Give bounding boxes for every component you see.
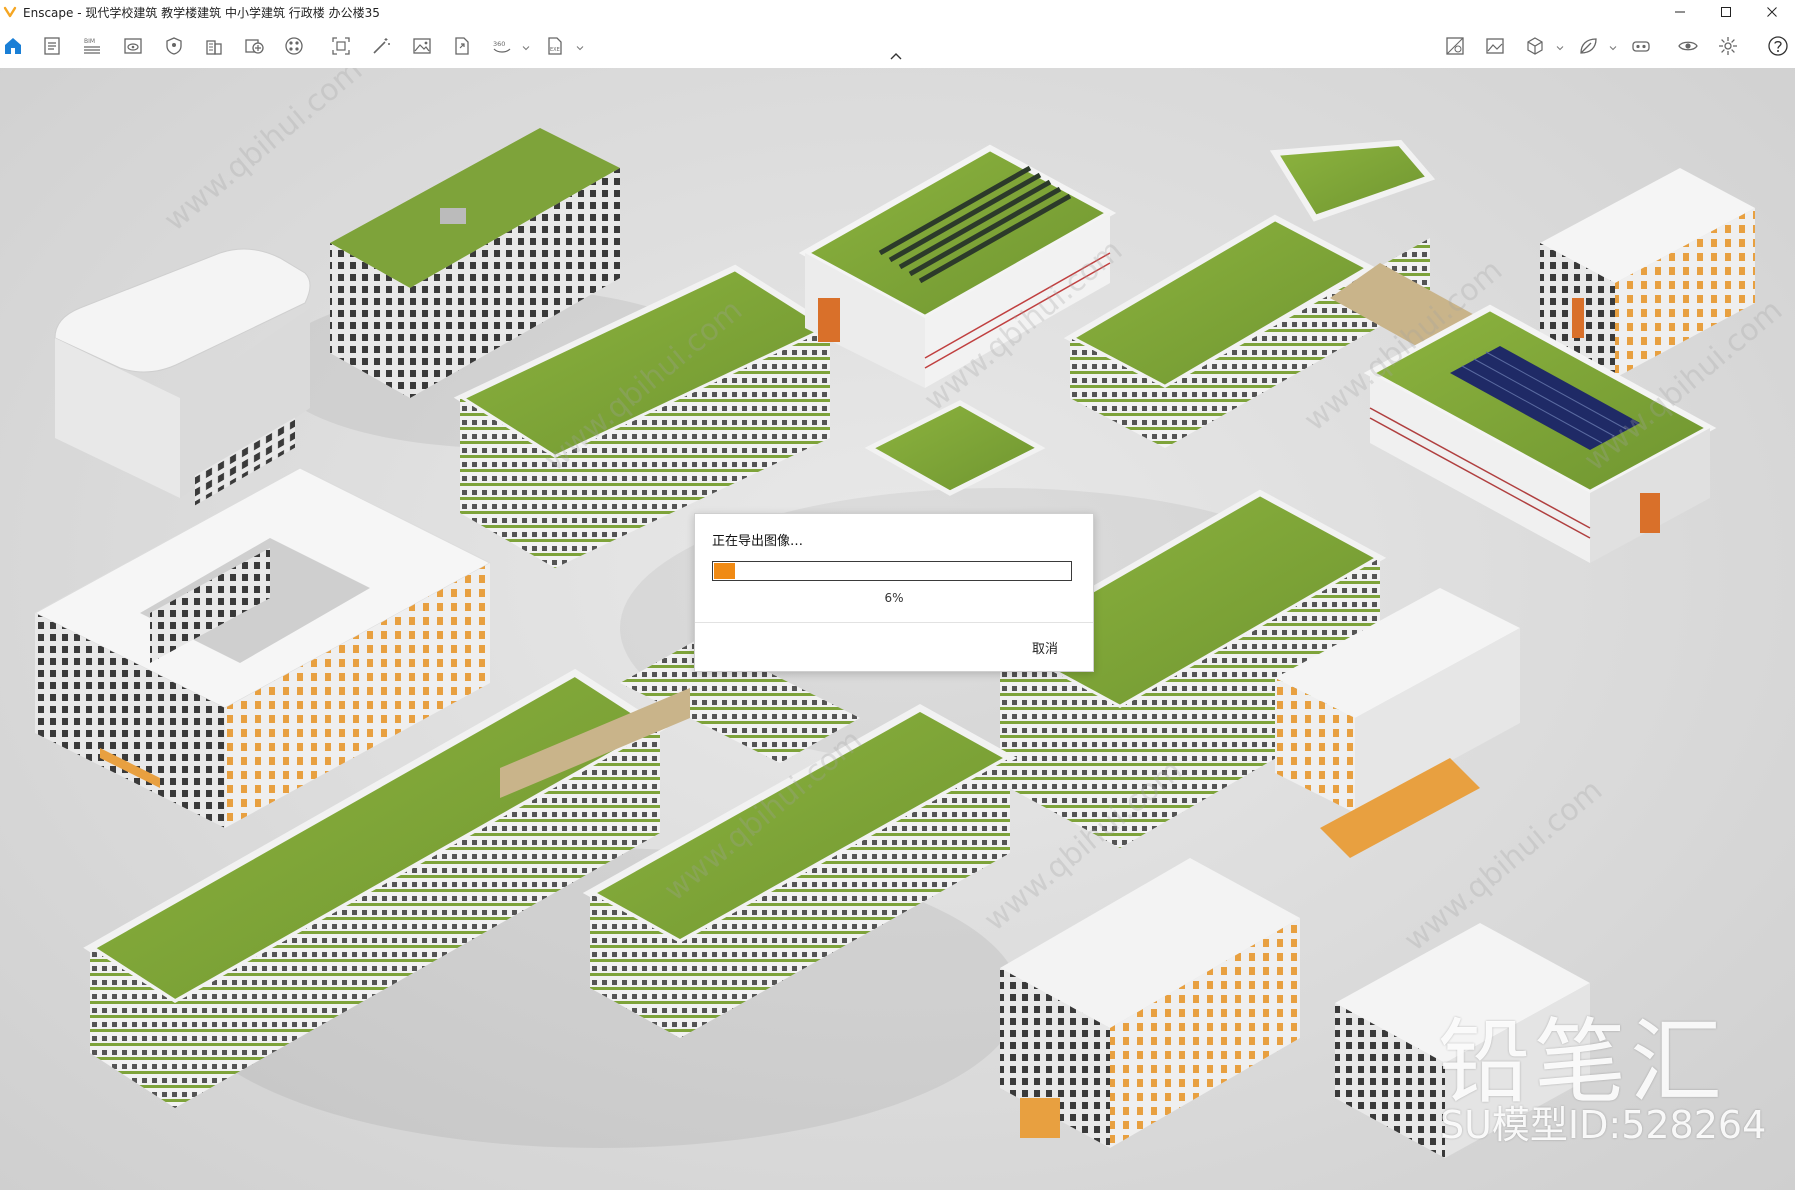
notes-button[interactable] <box>40 34 64 58</box>
vr-headset-button[interactable] <box>1629 34 1653 58</box>
settings-button[interactable] <box>1716 34 1740 58</box>
progress-percent: 6% <box>884 591 904 605</box>
model-id-watermark: SU模型ID:528264 <box>1440 1103 1767 1147</box>
help-icon <box>1768 36 1788 56</box>
capture-button[interactable] <box>329 34 353 58</box>
export-progress-bar <box>712 561 1072 581</box>
building-button[interactable] <box>202 34 226 58</box>
leaf-icon <box>1580 38 1597 54</box>
exe-export-icon: EXE <box>548 37 562 55</box>
image-settings-button[interactable] <box>1483 34 1507 58</box>
building-n <box>1000 858 1300 1148</box>
window-controls <box>1657 0 1795 24</box>
view-button[interactable] <box>121 34 145 58</box>
capture-icon <box>332 37 350 55</box>
cancel-button[interactable]: 取消 <box>1015 635 1075 659</box>
settings-icon <box>1719 37 1737 55</box>
bim-button[interactable]: BIM <box>80 34 104 58</box>
home-icon <box>5 38 21 54</box>
eye-button[interactable] <box>1676 34 1700 58</box>
maximize-button[interactable] <box>1703 0 1749 24</box>
help-button[interactable] <box>1766 34 1790 58</box>
materials-icon <box>285 37 303 55</box>
minimize-icon <box>1675 11 1685 13</box>
cube-icon <box>1527 37 1543 55</box>
materials-button[interactable] <box>282 34 306 58</box>
home-button[interactable] <box>1 34 25 58</box>
chevron-down-icon[interactable] <box>576 44 584 52</box>
notes-icon <box>44 37 60 55</box>
chevron-down-icon[interactable] <box>522 44 530 52</box>
building-icon <box>206 40 222 55</box>
svg-text:360: 360 <box>493 40 505 48</box>
eye-icon <box>1678 41 1698 51</box>
magic-wand-button[interactable] <box>369 34 393 58</box>
panorama-360-button[interactable]: 360 <box>490 34 514 58</box>
close-icon <box>1767 7 1777 17</box>
file-export-button[interactable] <box>450 34 474 58</box>
close-button[interactable] <box>1749 0 1795 24</box>
magic-wand-icon <box>373 38 390 54</box>
image-export-button[interactable] <box>410 34 434 58</box>
file-export-icon <box>455 37 469 55</box>
shield-button[interactable] <box>162 34 186 58</box>
view-icon <box>124 38 142 54</box>
minimize-button[interactable] <box>1657 0 1703 24</box>
export-progress-dialog: 正在导出图像… 6% 取消 <box>694 513 1094 672</box>
chevron-down-icon[interactable] <box>1609 44 1617 52</box>
bim-icon: BIM <box>84 38 100 54</box>
dialog-divider <box>695 622 1093 623</box>
shield-icon <box>166 37 182 55</box>
panorama-360-icon: 360 <box>493 40 511 53</box>
visual-settings-icon <box>1446 37 1464 55</box>
dialog-title: 正在导出图像… <box>712 534 804 549</box>
chevron-down-icon[interactable] <box>1556 44 1564 52</box>
exe-export-button[interactable]: EXE <box>543 34 567 58</box>
svg-text:BIM: BIM <box>84 38 95 45</box>
building-b <box>54 248 311 506</box>
progress-fill <box>714 563 735 579</box>
visual-settings-button[interactable] <box>1443 34 1467 58</box>
toolbar: BIM 360 EXE <box>0 24 1795 69</box>
image-settings-icon <box>1486 38 1504 54</box>
svg-text:EXE: EXE <box>550 47 560 53</box>
cube-button[interactable] <box>1523 34 1547 58</box>
asset-library-icon <box>245 39 264 54</box>
enscape-logo-icon <box>3 6 17 18</box>
maximize-icon <box>1721 7 1731 17</box>
window-title: Enscape - 现代学校建筑 教学楼建筑 中小学建筑 行政楼 办公楼35 <box>23 5 380 20</box>
title-bar: Enscape - 现代学校建筑 教学楼建筑 中小学建筑 行政楼 办公楼35 <box>0 0 1795 24</box>
vr-headset-icon <box>1632 41 1650 52</box>
collapse-toolbar-icon[interactable] <box>888 52 904 62</box>
image-export-icon <box>413 38 431 54</box>
asset-library-button[interactable] <box>242 34 266 58</box>
leaf-button[interactable] <box>1576 34 1600 58</box>
